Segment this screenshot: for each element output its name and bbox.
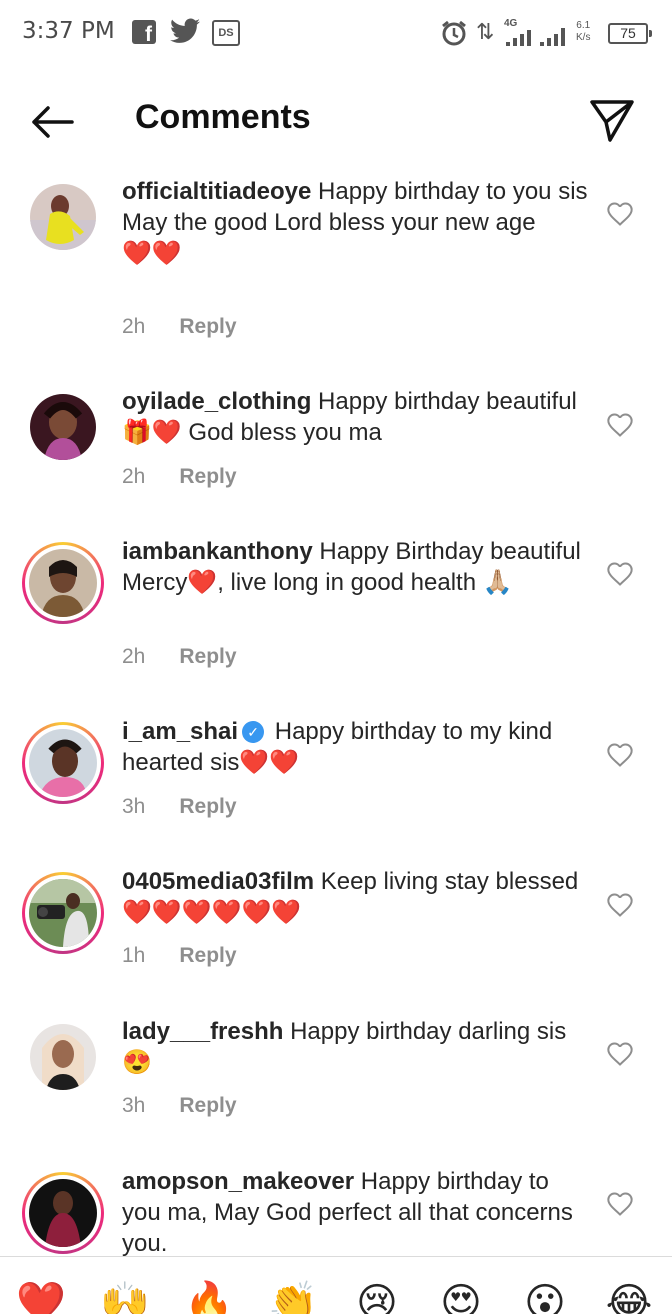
heart-outline-icon[interactable] bbox=[606, 560, 634, 588]
ds-icon: DS bbox=[212, 20, 240, 46]
reply-button[interactable]: Reply bbox=[179, 944, 236, 967]
comment-meta: 1h Reply bbox=[122, 944, 237, 968]
comment-text: iambankanthony Happy Birthday beautiful … bbox=[122, 538, 581, 596]
emoji-laughing[interactable]: 😂 bbox=[602, 1279, 656, 1314]
emoji-heart-eyes[interactable]: 😍 bbox=[434, 1279, 488, 1314]
comment-item: oyilade_clothing Happy birthday beautifu… bbox=[0, 380, 672, 520]
comment-item: lady___freshh Happy birthday darling sis… bbox=[0, 1010, 672, 1150]
comment-text: i_am_shai ✓ Happy birthday to my kind hea… bbox=[122, 718, 553, 776]
data-arrows-icon: ⇅ bbox=[476, 20, 495, 45]
comment-time: 3h bbox=[122, 795, 146, 818]
reply-button[interactable]: Reply bbox=[179, 465, 236, 488]
comment-time: 3h bbox=[122, 1094, 146, 1117]
comment-item: i_am_shai ✓ Happy birthday to my kind hea… bbox=[0, 710, 672, 850]
paper-plane-icon[interactable] bbox=[588, 96, 636, 144]
comment-meta: 3h Reply bbox=[122, 795, 237, 819]
heart-outline-icon[interactable] bbox=[606, 1190, 634, 1218]
reply-button[interactable]: Reply bbox=[179, 1094, 236, 1117]
avatar[interactable] bbox=[22, 722, 104, 804]
comment-item: officialtitiadeoye Happy birthday to you… bbox=[0, 170, 672, 370]
avatar[interactable] bbox=[22, 1172, 104, 1254]
comment-time: 1h bbox=[122, 944, 146, 967]
reply-button[interactable]: Reply bbox=[179, 795, 236, 818]
reply-button[interactable]: Reply bbox=[179, 315, 236, 338]
heart-outline-icon[interactable] bbox=[606, 891, 634, 919]
facebook-icon: f bbox=[132, 20, 156, 44]
comment-time: 2h bbox=[122, 645, 146, 668]
emoji-heart[interactable]: ❤️ bbox=[14, 1279, 68, 1314]
comment-username[interactable]: 0405media03film bbox=[122, 868, 314, 895]
heart-outline-icon[interactable] bbox=[606, 741, 634, 769]
comment-text: amopson_makeover Happy birthday to you m… bbox=[122, 1168, 573, 1256]
emoji-crying[interactable]: 😢 bbox=[350, 1279, 404, 1314]
comment-username[interactable]: iambankanthony bbox=[122, 538, 313, 565]
quick-emoji-bar: ❤️ 🙌 🔥 👏 😢 😍 😮 😂 bbox=[0, 1256, 672, 1314]
battery-icon: 75 bbox=[608, 23, 652, 44]
comment-meta: 2h Reply bbox=[122, 465, 237, 489]
network-speed: 6.1 K/s bbox=[576, 20, 591, 43]
alarm-icon bbox=[442, 20, 466, 46]
comment-item: amopson_makeover Happy birthday to you m… bbox=[0, 1160, 672, 1256]
comment-username[interactable]: oyilade_clothing bbox=[122, 388, 311, 415]
comment-username[interactable]: i_am_shai bbox=[122, 718, 238, 745]
comments-list[interactable]: officialtitiadeoye Happy birthday to you… bbox=[0, 170, 672, 1256]
twitter-icon bbox=[170, 18, 200, 43]
heart-outline-icon[interactable] bbox=[606, 1040, 634, 1068]
comment-username[interactable]: lady___freshh bbox=[122, 1018, 283, 1045]
avatar[interactable] bbox=[30, 1024, 96, 1090]
status-time: 3:37 PM bbox=[22, 18, 115, 44]
emoji-fire[interactable]: 🔥 bbox=[182, 1279, 236, 1314]
signal-icon bbox=[540, 28, 565, 46]
status-bar: 3:37 PM f DS ⇅ 4G 6.1 K/s 75 bbox=[0, 0, 672, 70]
emoji-raised-hands[interactable]: 🙌 bbox=[98, 1279, 152, 1314]
avatar[interactable] bbox=[30, 184, 96, 250]
emoji-surprised[interactable]: 😮 bbox=[518, 1279, 572, 1314]
comment-item: iambankanthony Happy Birthday beautiful … bbox=[0, 530, 672, 700]
verified-badge-icon: ✓ bbox=[242, 721, 265, 743]
comment-item: 0405media03film Keep living stay blessed… bbox=[0, 860, 672, 1000]
comment-text: oyilade_clothing Happy birthday beautifu… bbox=[122, 388, 577, 446]
header: Comments bbox=[0, 86, 672, 156]
comment-meta: 2h Reply bbox=[122, 315, 237, 339]
comment-text: 0405media03film Keep living stay blessed… bbox=[122, 868, 579, 926]
comment-time: 2h bbox=[122, 465, 146, 488]
comment-meta: 2h Reply bbox=[122, 645, 237, 669]
heart-outline-icon[interactable] bbox=[606, 200, 634, 228]
comment-text: lady___freshh Happy birthday darling sis… bbox=[122, 1018, 567, 1076]
avatar[interactable] bbox=[22, 872, 104, 954]
comment-text: officialtitiadeoye Happy birthday to you… bbox=[122, 178, 588, 267]
avatar[interactable] bbox=[30, 394, 96, 460]
comment-username[interactable]: officialtitiadeoye bbox=[122, 178, 311, 205]
comment-time: 2h bbox=[122, 315, 146, 338]
arrow-left-icon[interactable] bbox=[26, 102, 78, 142]
avatar[interactable] bbox=[22, 542, 104, 624]
comment-username[interactable]: amopson_makeover bbox=[122, 1168, 354, 1195]
emoji-clap[interactable]: 👏 bbox=[266, 1279, 320, 1314]
page-title: Comments bbox=[135, 98, 311, 136]
reply-button[interactable]: Reply bbox=[179, 645, 236, 668]
comment-meta: 3h Reply bbox=[122, 1094, 237, 1118]
signal-icon bbox=[506, 30, 531, 46]
heart-outline-icon[interactable] bbox=[606, 411, 634, 439]
